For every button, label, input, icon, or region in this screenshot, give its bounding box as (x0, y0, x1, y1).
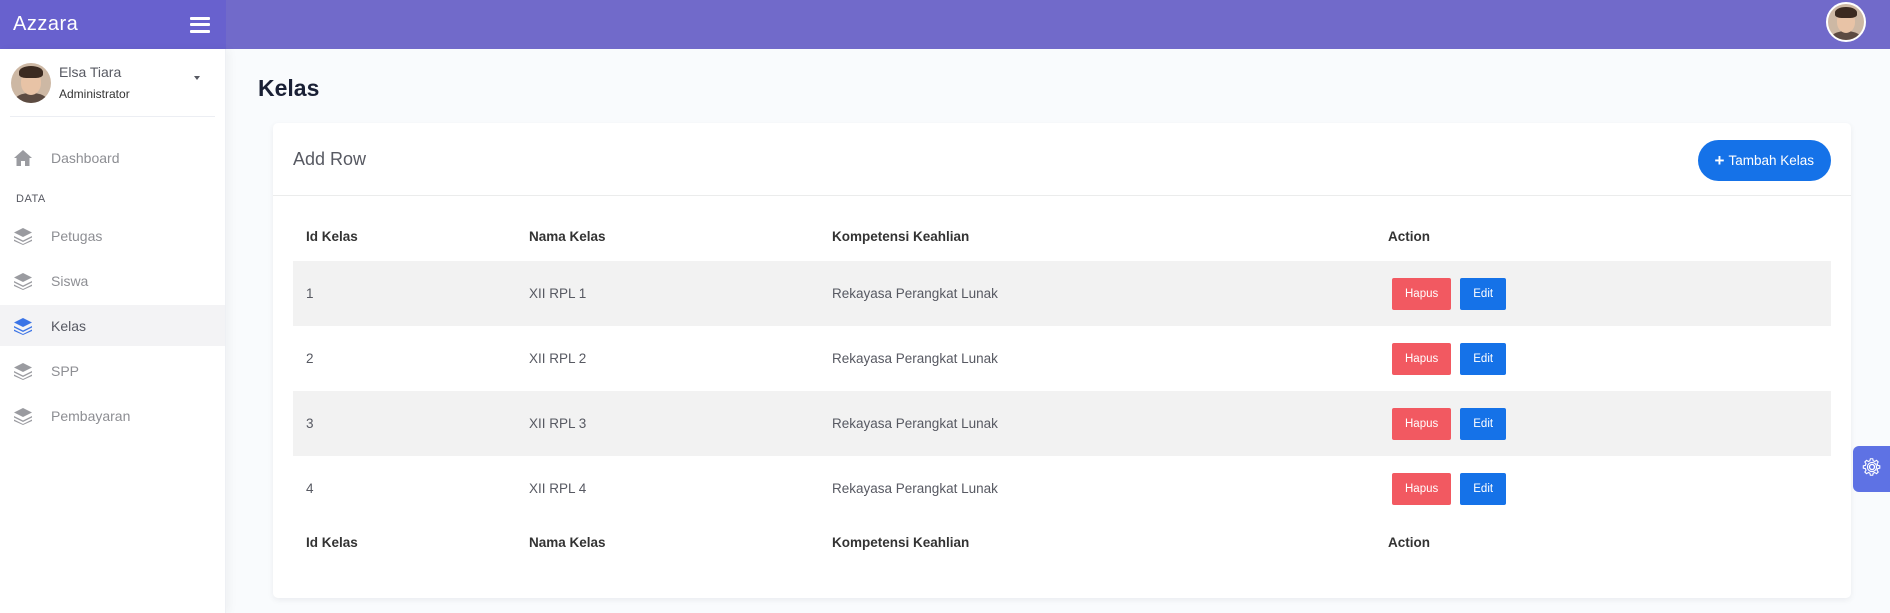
layers-icon (13, 271, 33, 291)
sidebar: Elsa Tiara Administrator Dashboard DATA … (0, 49, 226, 613)
card-header: Add Row + Tambah Kelas (273, 123, 1851, 196)
plus-icon: + (1714, 151, 1725, 170)
add-kelas-label: Tambah Kelas (1728, 153, 1814, 168)
kelas-table: Id Kelas Nama Kelas Kompetensi Keahlian … (293, 218, 1831, 564)
layers-icon (13, 361, 33, 381)
sidebar-item-pembayaran[interactable]: Pembayaran (0, 395, 225, 436)
card-title: Add Row (293, 149, 367, 169)
column-footer: Nama Kelas (529, 535, 606, 550)
cell-id: 4 (306, 481, 314, 496)
add-kelas-button[interactable]: + Tambah Kelas (1697, 140, 1831, 181)
cell-kompetensi: Rekayasa Perangkat Lunak (832, 481, 998, 496)
cell-id: 2 (306, 351, 314, 366)
logo-header: Azzara (0, 0, 226, 49)
column-footer: Kompetensi Keahlian (832, 535, 970, 550)
edit-button[interactable]: Edit (1460, 407, 1507, 440)
sidebar-item-label: Petugas (51, 227, 103, 244)
sidebar-item-label: Dashboard (51, 149, 120, 166)
sidebar-item-label: Pembayaran (51, 407, 131, 424)
settings-toggle-button[interactable] (1853, 446, 1890, 492)
layers-icon (13, 406, 33, 426)
caret-down-icon[interactable] (194, 76, 200, 80)
hapus-button[interactable]: Hapus (1392, 472, 1452, 505)
hapus-button[interactable]: Hapus (1392, 342, 1452, 375)
cell-kompetensi: Rekayasa Perangkat Lunak (832, 286, 998, 301)
user-name[interactable]: Elsa Tiara (59, 64, 121, 80)
navbar-avatar[interactable] (1826, 2, 1866, 42)
home-icon (13, 148, 33, 168)
app-logo[interactable]: Azzara (13, 13, 78, 36)
hamburger-icon[interactable] (190, 16, 210, 33)
table-row: 1 XII RPL 1 Rekayasa Perangkat Lunak Hap… (293, 261, 1831, 326)
cell-kompetensi: Rekayasa Perangkat Lunak (832, 416, 998, 431)
sidebar-item-label: Kelas (51, 317, 87, 334)
sidebar-item-label: Siswa (51, 272, 89, 289)
top-navbar (226, 0, 1890, 49)
sidebar-item-label: SPP (51, 362, 80, 379)
sidebar-item-petugas[interactable]: Petugas (0, 215, 225, 256)
sidebar-item-dashboard[interactable]: Dashboard (0, 137, 225, 178)
column-header[interactable]: Kompetensi Keahlian (819, 218, 1375, 261)
table-row: 3 XII RPL 3 Rekayasa Perangkat Lunak Hap… (293, 391, 1831, 456)
column-header[interactable]: Action (1375, 218, 1831, 261)
sidebar-item-spp[interactable]: SPP (0, 350, 225, 391)
page-title: Kelas (258, 75, 320, 101)
table-header-row: Id Kelas Nama Kelas Kompetensi Keahlian … (293, 218, 1831, 261)
table-footer-row: Id Kelas Nama Kelas Kompetensi Keahlian … (293, 521, 1831, 564)
cell-kompetensi: Rekayasa Perangkat Lunak (832, 351, 998, 366)
hapus-button[interactable]: Hapus (1392, 407, 1452, 440)
gear-icon (1861, 456, 1883, 483)
user-role: Administrator (59, 87, 130, 101)
sidebar-item-siswa[interactable]: Siswa (0, 260, 225, 301)
cell-action: Hapus Edit (1375, 261, 1831, 326)
hapus-button[interactable]: Hapus (1392, 277, 1452, 310)
cell-id: 1 (306, 286, 314, 301)
edit-button[interactable]: Edit (1460, 342, 1507, 375)
edit-button[interactable]: Edit (1460, 472, 1507, 505)
sidebar-section-label: DATA (16, 193, 46, 205)
table-row: 2 XII RPL 2 Rekayasa Perangkat Lunak Hap… (293, 326, 1831, 391)
edit-button[interactable]: Edit (1460, 277, 1507, 310)
cell-action: Hapus Edit (1375, 391, 1831, 456)
column-header[interactable]: Nama Kelas (516, 218, 819, 261)
cell-action: Hapus Edit (1375, 326, 1831, 391)
column-footer: Action (1388, 535, 1430, 550)
cell-id: 3 (306, 416, 314, 431)
cell-nama: XII RPL 4 (529, 481, 587, 496)
layers-icon (13, 226, 33, 246)
column-footer: Id Kelas (306, 535, 358, 550)
layers-icon (13, 316, 33, 336)
data-card: Add Row + Tambah Kelas Id Kelas Nama Kel… (273, 123, 1851, 598)
table-row: 4 XII RPL 4 Rekayasa Perangkat Lunak Hap… (293, 456, 1831, 521)
cell-nama: XII RPL 2 (529, 351, 587, 366)
column-header[interactable]: Id Kelas (293, 218, 516, 261)
cell-nama: XII RPL 1 (529, 286, 587, 301)
cell-action: Hapus Edit (1375, 456, 1831, 521)
avatar (11, 63, 51, 103)
sidebar-item-kelas[interactable]: Kelas (0, 305, 225, 346)
cell-nama: XII RPL 3 (529, 416, 587, 431)
user-panel: Elsa Tiara Administrator (10, 49, 215, 117)
